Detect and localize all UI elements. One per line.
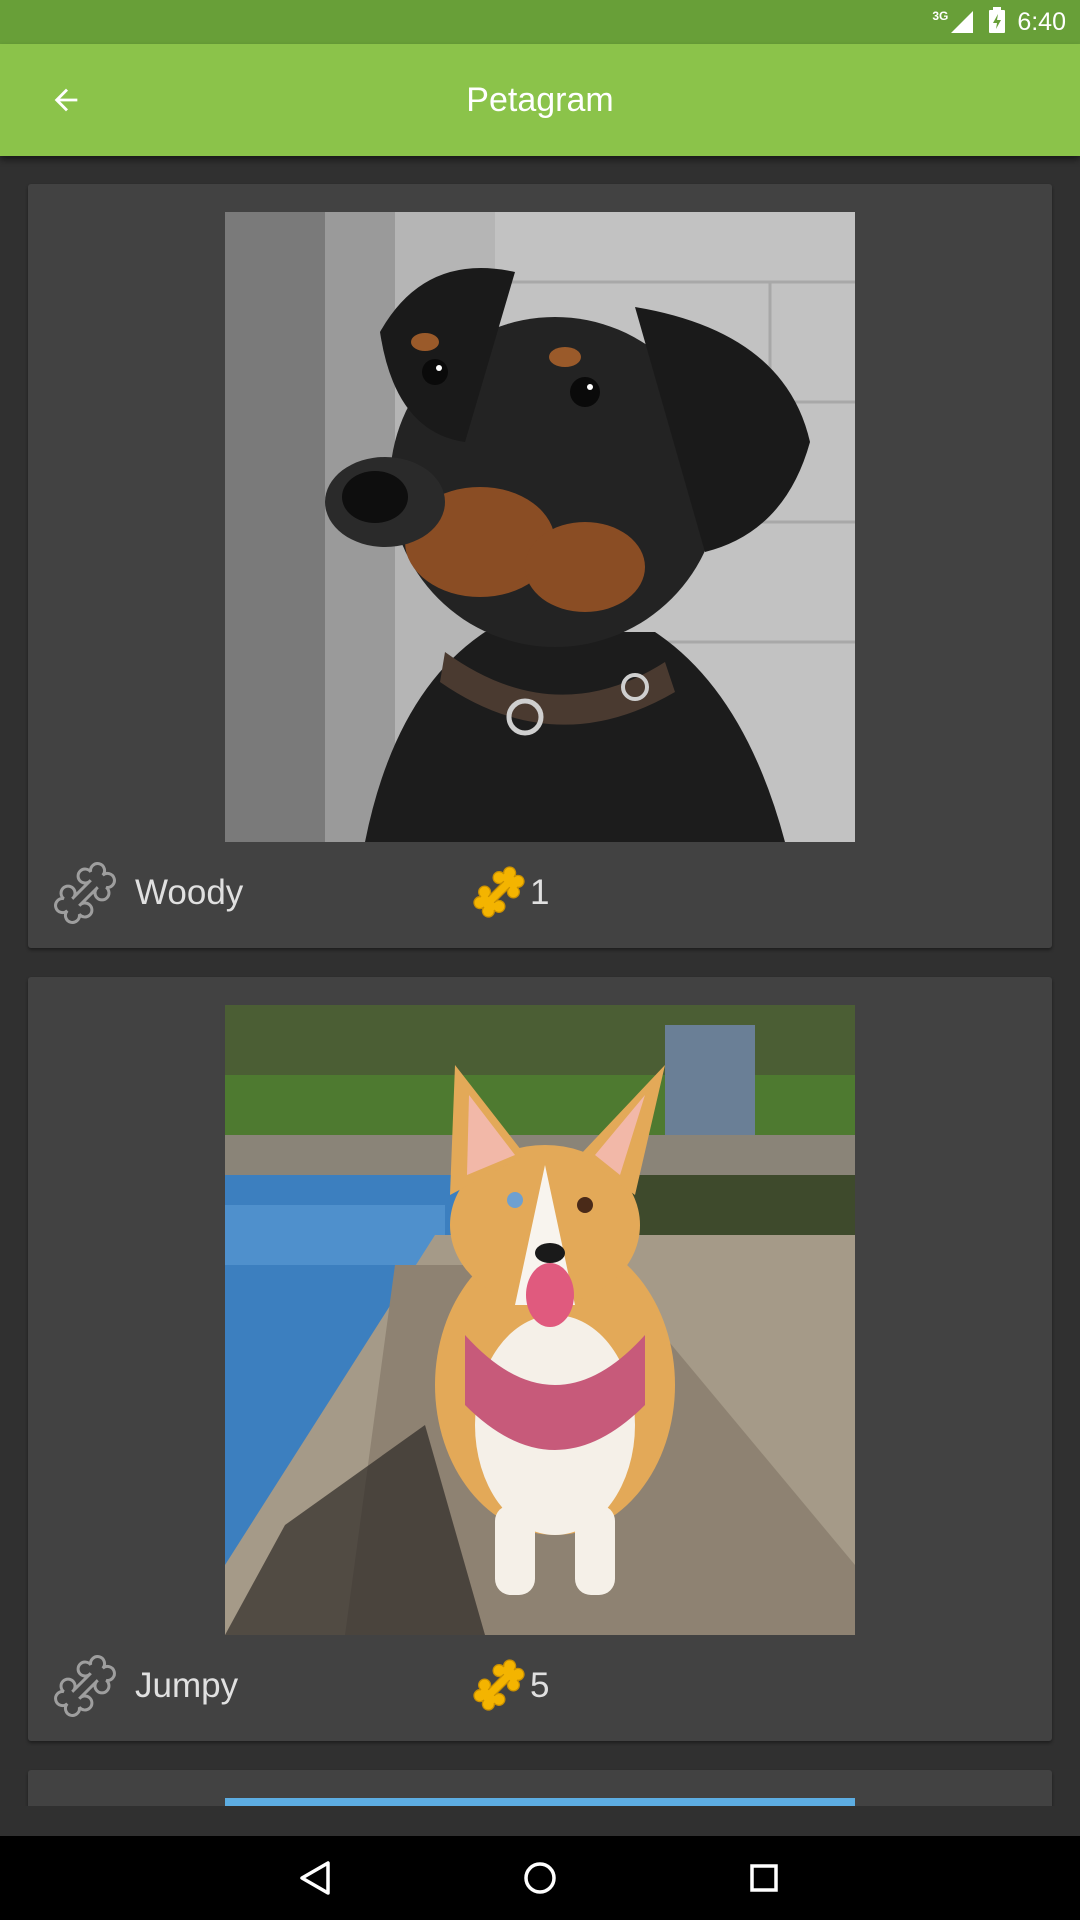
likes-count: 1 [530, 873, 550, 912]
nav-recents-button[interactable] [738, 1852, 790, 1904]
likes-bone-icon [471, 1657, 527, 1713]
app-bar: Petagram [0, 44, 1080, 156]
pet-card [28, 1770, 1052, 1806]
bone-icon [473, 1659, 525, 1711]
system-nav-bar [0, 1836, 1080, 1920]
likes-bone-icon [471, 864, 527, 920]
status-bar: 3G 6:40 [0, 0, 1080, 44]
bone-outline-icon [54, 862, 116, 924]
pet-list[interactable]: Woody 1 Jumpy 5 [0, 156, 1080, 1806]
pet-name: Jumpy [135, 1666, 239, 1705]
pet-photo [225, 1798, 855, 1806]
bone-outline-icon [54, 1655, 116, 1717]
pet-card: Woody 1 [28, 184, 1052, 948]
pet-photo [225, 1005, 855, 1635]
signal-icon: 3G [932, 9, 975, 35]
battery-icon [989, 6, 1006, 38]
bone-icon [473, 866, 525, 918]
likes-count: 5 [530, 1666, 550, 1705]
nav-back-button[interactable] [290, 1852, 342, 1904]
rate-bone-button[interactable] [52, 860, 118, 926]
clock: 6:40 [1017, 7, 1066, 36]
pet-photo [225, 212, 855, 842]
page-title: Petagram [466, 81, 614, 119]
back-triangle-icon [300, 1861, 330, 1895]
nav-home-button[interactable] [514, 1852, 566, 1904]
rate-bone-button[interactable] [52, 1653, 118, 1719]
home-circle-icon [524, 1862, 556, 1894]
network-type: 3G [932, 9, 949, 23]
pet-card: Jumpy 5 [28, 977, 1052, 1741]
recents-square-icon [750, 1864, 778, 1892]
pet-name: Woody [135, 873, 244, 912]
